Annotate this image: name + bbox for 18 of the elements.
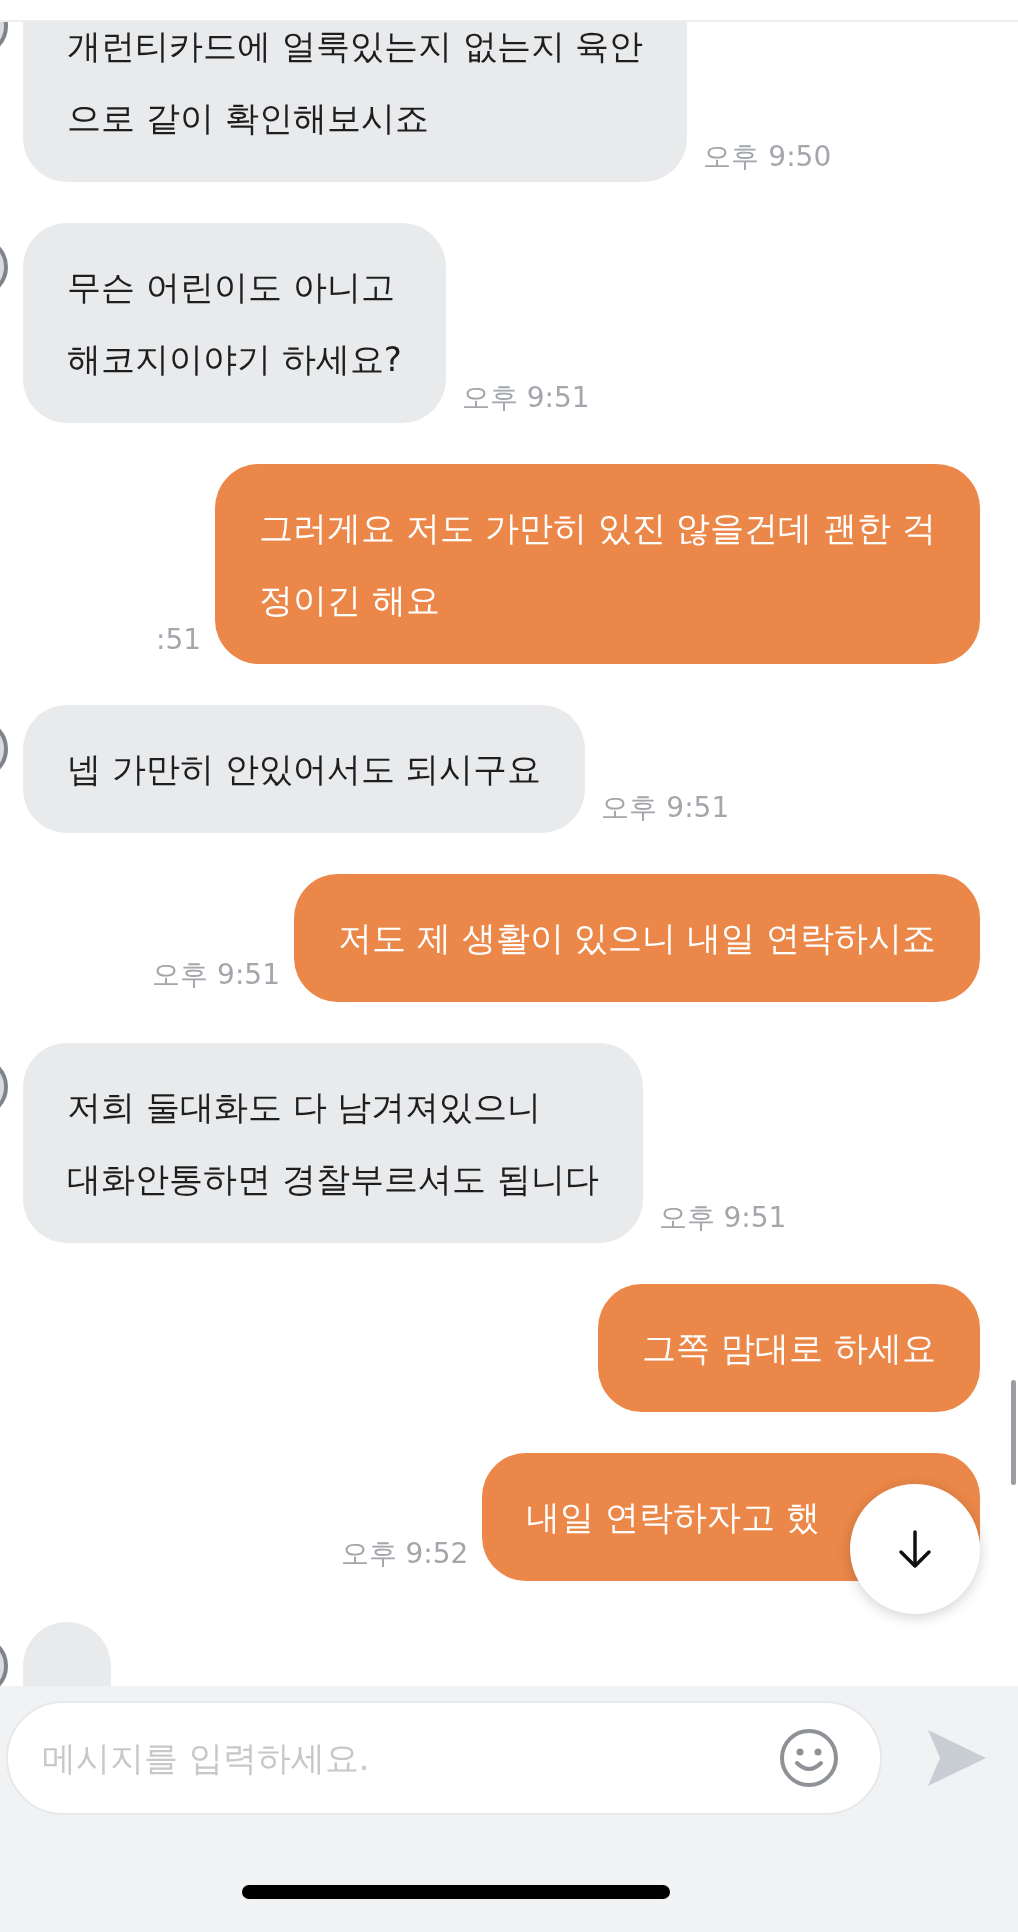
smiley-icon[interactable] <box>778 1727 840 1789</box>
message-text: 그러게요 저도 가만히 있진 않을건데 괜한 걱 정이긴 해요 <box>259 507 936 622</box>
message-text: 저희 둘대화도 다 남겨져있으니 대화안통하면 경찰부르셔도 됩니다 <box>67 1086 599 1201</box>
message-text: 저도 제 생활이 있으니 내일 연락하시죠 <box>337 917 936 960</box>
message-time: 오후 9:51 <box>657 1200 788 1236</box>
scrollbar[interactable] <box>1011 1380 1016 1485</box>
message-text: 그쪽 맘대로 하세요 <box>642 1327 936 1370</box>
message-time: 오후 9:51 <box>151 957 281 993</box>
message-text: 무슨 어린이도 아니고 해코지이야기 하세요? <box>67 266 402 381</box>
message-text: 개런티카드에 얼룩있는지 없는지 육안 으로 같이 확인해보시죠 <box>67 25 644 140</box>
message-time: :51 <box>155 623 203 658</box>
message-field[interactable]: 메시지를 입력하세요. <box>6 1701 882 1815</box>
message-time: 오후 9:50 <box>702 139 833 175</box>
message-time: 오후 9:51 <box>600 790 731 826</box>
message-text: 내일 연락하자고 했 <box>526 1496 820 1539</box>
message-text: 넵 가만히 안있어서도 되시구요 <box>67 748 542 791</box>
message-time: 오후 9:51 <box>460 380 591 416</box>
message-time: 오후 9:52 <box>339 1536 470 1572</box>
